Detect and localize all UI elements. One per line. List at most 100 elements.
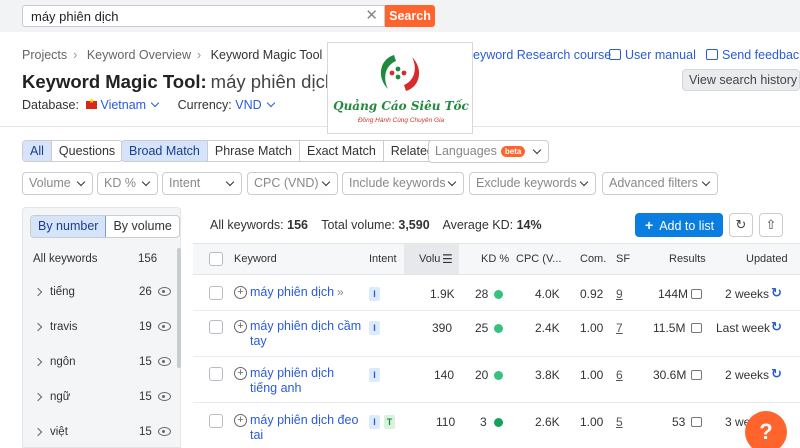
- column-intent[interactable]: Intent: [369, 253, 397, 265]
- kd-filter[interactable]: KD %: [97, 172, 158, 195]
- row-checkbox[interactable]: [209, 414, 223, 428]
- serp-features-link[interactable]: 9: [616, 287, 623, 301]
- keyword-groups-panel: By number By volume All keywords 156 tiế…: [22, 207, 181, 448]
- keyword-text: máy phiên dịch: [250, 366, 335, 380]
- kd-indicator-dot: [494, 418, 503, 427]
- keyword-link[interactable]: máy phiên dịch: [250, 285, 334, 300]
- row-checkbox[interactable]: [209, 286, 223, 300]
- sort-by-volume[interactable]: By volume: [106, 216, 178, 237]
- refresh-row-icon[interactable]: ↻: [771, 366, 782, 382]
- group-item[interactable]: việt 15: [23, 424, 173, 444]
- keyword-link[interactable]: máy phiên dịch cầm tay: [250, 319, 361, 349]
- volume-filter[interactable]: Volume: [22, 172, 93, 195]
- tab-exact-match[interactable]: Exact Match: [300, 141, 384, 161]
- course-link[interactable]: eyword Research course: [473, 48, 611, 62]
- volume-value: 1.9K: [430, 287, 455, 301]
- summary-all-label: All keywords:: [210, 218, 284, 232]
- chevron-right-icon[interactable]: [33, 392, 43, 402]
- column-keyword[interactable]: Keyword: [234, 253, 277, 265]
- search-input[interactable]: máy phiên dịch ✕: [22, 5, 385, 27]
- results-value: 144M: [658, 287, 689, 301]
- chevron-right-icon[interactable]: [33, 427, 43, 437]
- serp-features-link[interactable]: 5: [616, 415, 623, 429]
- tab-questions[interactable]: Questions: [52, 141, 122, 161]
- kd-value: 28: [475, 287, 489, 301]
- all-keywords-group[interactable]: All keywords: [33, 253, 98, 265]
- eye-icon[interactable]: [158, 357, 171, 366]
- group-item[interactable]: ngữ 15: [23, 389, 173, 409]
- cpc-filter-label: CPC (VND): [254, 176, 319, 190]
- logo-name: Quảng Cáo Siêu Tốc: [333, 99, 469, 113]
- chevron-right-icon[interactable]: [33, 357, 43, 367]
- sort-descending-icon[interactable]: ☰: [442, 252, 453, 266]
- eye-icon[interactable]: [158, 322, 171, 331]
- group-word: ngữ: [50, 391, 71, 403]
- add-keyword-icon[interactable]: +: [234, 367, 247, 380]
- row-checkbox[interactable]: [209, 320, 223, 334]
- cpc-filter[interactable]: CPC (VND): [247, 172, 338, 195]
- all-keywords-count: 156: [138, 253, 158, 265]
- send-feedback-link[interactable]: Send feedback: [706, 48, 800, 62]
- export-button[interactable]: ⇧: [759, 213, 783, 237]
- keyword-link[interactable]: máy phiên dịch đeo tai: [250, 413, 358, 443]
- intent-filter[interactable]: Intent: [162, 172, 242, 195]
- advanced-filters-label: Advanced filters: [609, 176, 698, 190]
- help-button[interactable]: ?: [745, 411, 787, 448]
- keyword-text-line2: tay: [250, 334, 267, 348]
- add-keyword-icon[interactable]: +: [234, 414, 247, 427]
- breadcrumb-keyword-overview[interactable]: Keyword Overview: [87, 48, 191, 62]
- column-cpc[interactable]: CPC (V...: [516, 253, 561, 265]
- user-manual-link[interactable]: User manual: [609, 48, 696, 62]
- add-to-list-button[interactable]: + Add to list: [635, 213, 723, 237]
- row-checkbox[interactable]: [209, 367, 223, 381]
- column-kd[interactable]: KD %: [481, 253, 509, 265]
- advanced-filters[interactable]: Advanced filters: [602, 172, 718, 195]
- currency-select[interactable]: VND: [235, 98, 275, 112]
- chevron-down-icon: [532, 145, 542, 155]
- add-keyword-icon[interactable]: +: [234, 286, 247, 299]
- include-keywords-filter[interactable]: Include keywords: [342, 172, 464, 195]
- eye-icon[interactable]: [158, 427, 171, 436]
- column-updated[interactable]: Updated: [746, 253, 788, 265]
- search-button[interactable]: Search: [385, 5, 435, 27]
- tab-phrase-match[interactable]: Phrase Match: [208, 141, 300, 161]
- clear-icon[interactable]: ✕: [365, 6, 378, 24]
- group-item[interactable]: ngôn 15: [23, 354, 173, 374]
- exclude-keywords-filter[interactable]: Exclude keywords: [469, 172, 596, 195]
- group-count: 15: [139, 426, 152, 438]
- column-com[interactable]: Com.: [580, 253, 606, 265]
- serp-preview-icon[interactable]: [691, 289, 702, 299]
- column-volume[interactable]: Volu: [419, 253, 440, 265]
- eye-icon[interactable]: [158, 287, 171, 296]
- group-item[interactable]: tiếng 26: [23, 284, 173, 304]
- languages-dropdown[interactable]: Languages beta: [428, 140, 549, 163]
- serp-preview-icon[interactable]: [691, 417, 702, 427]
- serp-features-link[interactable]: 6: [616, 368, 623, 382]
- tab-all[interactable]: All: [23, 141, 52, 161]
- double-chevron-icon[interactable]: »: [337, 285, 344, 299]
- keyword-link[interactable]: máy phiên dịch tiếng anh: [250, 366, 334, 396]
- refresh-row-icon[interactable]: ↻: [771, 319, 782, 335]
- database-select[interactable]: Vietnam: [82, 97, 160, 112]
- breadcrumb-projects[interactable]: Projects: [22, 48, 67, 62]
- logo-mark-icon: [380, 55, 420, 91]
- tab-broad-match[interactable]: Broad Match: [122, 141, 208, 161]
- serp-preview-icon[interactable]: [691, 323, 702, 333]
- serp-features-link[interactable]: 7: [616, 321, 623, 335]
- group-count: 15: [139, 356, 152, 368]
- sort-by-number[interactable]: By number: [31, 216, 107, 237]
- refresh-button[interactable]: ↻: [729, 213, 753, 237]
- column-sf[interactable]: SF: [616, 253, 630, 265]
- column-results[interactable]: Results: [669, 253, 706, 265]
- chevron-right-icon[interactable]: [33, 322, 43, 332]
- group-item[interactable]: travis 19: [23, 319, 173, 339]
- serp-preview-icon[interactable]: [691, 370, 702, 380]
- eye-icon[interactable]: [158, 392, 171, 401]
- add-keyword-icon[interactable]: +: [234, 320, 247, 333]
- groups-scrollbar[interactable]: [177, 248, 181, 368]
- chevron-right-icon[interactable]: [33, 287, 43, 297]
- view-search-history-button[interactable]: View search history: [682, 69, 800, 91]
- export-icon: ⇧: [765, 217, 777, 232]
- refresh-row-icon[interactable]: ↻: [771, 285, 782, 301]
- select-all-checkbox[interactable]: [209, 252, 223, 266]
